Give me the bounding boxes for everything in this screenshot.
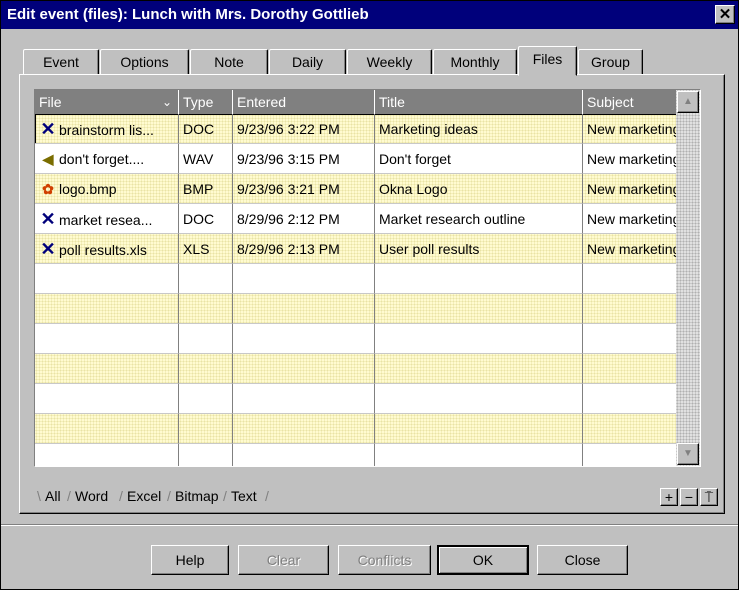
table-header: File ⌄ Type Entered Title Subject bbox=[35, 90, 700, 114]
ok-button[interactable]: OK bbox=[437, 545, 529, 575]
bitmap-icon: ✿ bbox=[42, 181, 54, 197]
empty-row bbox=[35, 354, 700, 384]
file-type: BMP bbox=[179, 174, 233, 204]
empty-row bbox=[35, 384, 700, 414]
table-row[interactable]: ✕ market resea... DOC 8/29/96 2:12 PM Mar… bbox=[35, 204, 700, 234]
filter-tab-text[interactable]: Text bbox=[231, 485, 257, 507]
file-title: Marketing ideas bbox=[375, 114, 583, 144]
file-type: DOC bbox=[179, 114, 233, 144]
divider bbox=[1, 524, 738, 526]
scroll-up-icon[interactable]: ▲ bbox=[677, 91, 699, 113]
table-row[interactable]: ✕ poll results.xls XLS 8/29/96 2:13 PM Us… bbox=[35, 234, 700, 264]
file-title: User poll results bbox=[375, 234, 583, 264]
file-subject: New marketing. bbox=[583, 174, 678, 204]
tab-options[interactable]: Options bbox=[100, 49, 189, 75]
close-icon[interactable]: ✕ bbox=[715, 5, 735, 24]
conflicts-button[interactable]: Conflicts bbox=[338, 545, 431, 575]
column-header-title[interactable]: Title bbox=[375, 90, 583, 114]
window-title: Edit event (files): Lunch with Mrs. Doro… bbox=[7, 6, 369, 23]
file-name: brainstorm lis... bbox=[59, 122, 154, 138]
tab-group[interactable]: Group bbox=[578, 49, 643, 75]
empty-row bbox=[35, 294, 700, 324]
tab-weekly[interactable]: Weekly bbox=[347, 49, 432, 75]
xls-icon: ✕ bbox=[40, 239, 56, 259]
file-type: DOC bbox=[179, 204, 233, 234]
table-row[interactable]: ✕ brainstorm lis... DOC 9/23/96 3:22 PM M… bbox=[35, 114, 700, 144]
tab-note[interactable]: Note bbox=[190, 49, 268, 75]
help-button[interactable]: Help bbox=[151, 545, 229, 575]
column-header-file[interactable]: File ⌄ bbox=[35, 90, 179, 114]
filter-tab-excel[interactable]: Excel bbox=[127, 485, 161, 507]
doc-icon: ✕ bbox=[40, 119, 56, 139]
file-title: Don't forget bbox=[375, 144, 583, 174]
file-name: market resea... bbox=[59, 212, 153, 228]
edit-event-dialog: Edit event (files): Lunch with Mrs. Doro… bbox=[0, 0, 739, 590]
filter-tab-all[interactable]: All bbox=[45, 485, 61, 507]
sound-icon: ◀ bbox=[42, 151, 54, 167]
filter-options-icon[interactable]: ⍑ bbox=[700, 488, 718, 506]
file-entered: 9/23/96 3:22 PM bbox=[233, 114, 375, 144]
file-subject: New marketing. bbox=[583, 204, 678, 234]
tab-monthly[interactable]: Monthly bbox=[433, 49, 517, 75]
column-header-subject[interactable]: Subject bbox=[583, 90, 678, 114]
table-row[interactable]: ✿ logo.bmp BMP 9/23/96 3:21 PM Okna Logo … bbox=[35, 174, 700, 204]
file-type: XLS bbox=[179, 234, 233, 264]
file-name: logo.bmp bbox=[59, 181, 117, 197]
doc-icon: ✕ bbox=[40, 209, 56, 229]
title-bar: Edit event (files): Lunch with Mrs. Doro… bbox=[1, 1, 738, 29]
filter-tab-word[interactable]: Word bbox=[75, 485, 108, 507]
empty-row bbox=[35, 324, 700, 354]
close-button[interactable]: Close bbox=[537, 545, 628, 575]
filter-tab-bitmap[interactable]: Bitmap bbox=[175, 485, 219, 507]
empty-row bbox=[35, 444, 700, 466]
file-subject: New marketing. bbox=[583, 234, 678, 264]
file-subject: New marketing. bbox=[583, 114, 678, 144]
empty-row bbox=[35, 264, 700, 294]
scroll-down-icon[interactable]: ▼ bbox=[677, 443, 699, 465]
file-title: Market research outline bbox=[375, 204, 583, 234]
file-subject: New marketing. bbox=[583, 144, 678, 174]
file-type: WAV bbox=[179, 144, 233, 174]
tab-files[interactable]: Files bbox=[518, 46, 577, 76]
file-entered: 8/29/96 2:13 PM bbox=[233, 234, 375, 264]
file-entered: 8/29/96 2:12 PM bbox=[233, 204, 375, 234]
vertical-scrollbar[interactable]: ▲ ▼ bbox=[676, 90, 700, 466]
column-header-type[interactable]: Type bbox=[179, 90, 233, 114]
file-entered: 9/23/96 3:21 PM bbox=[233, 174, 375, 204]
file-name: poll results.xls bbox=[59, 242, 147, 258]
table-row[interactable]: ◀ don't forget.... WAV 9/23/96 3:15 PM Do… bbox=[35, 144, 700, 174]
empty-row bbox=[35, 414, 700, 444]
remove-filter-button[interactable]: − bbox=[680, 488, 698, 506]
column-header-entered[interactable]: Entered bbox=[233, 90, 375, 114]
sort-chevron-icon[interactable]: ⌄ bbox=[162, 90, 172, 114]
file-title: Okna Logo bbox=[375, 174, 583, 204]
tab-daily[interactable]: Daily bbox=[269, 49, 346, 75]
file-entered: 9/23/96 3:15 PM bbox=[233, 144, 375, 174]
add-filter-button[interactable]: + bbox=[660, 488, 678, 506]
file-name: don't forget.... bbox=[59, 151, 145, 167]
tab-event[interactable]: Event bbox=[23, 49, 99, 75]
clear-button[interactable]: Clear bbox=[238, 545, 329, 575]
files-table: File ⌄ Type Entered Title Subject ✕ brain… bbox=[34, 89, 701, 467]
